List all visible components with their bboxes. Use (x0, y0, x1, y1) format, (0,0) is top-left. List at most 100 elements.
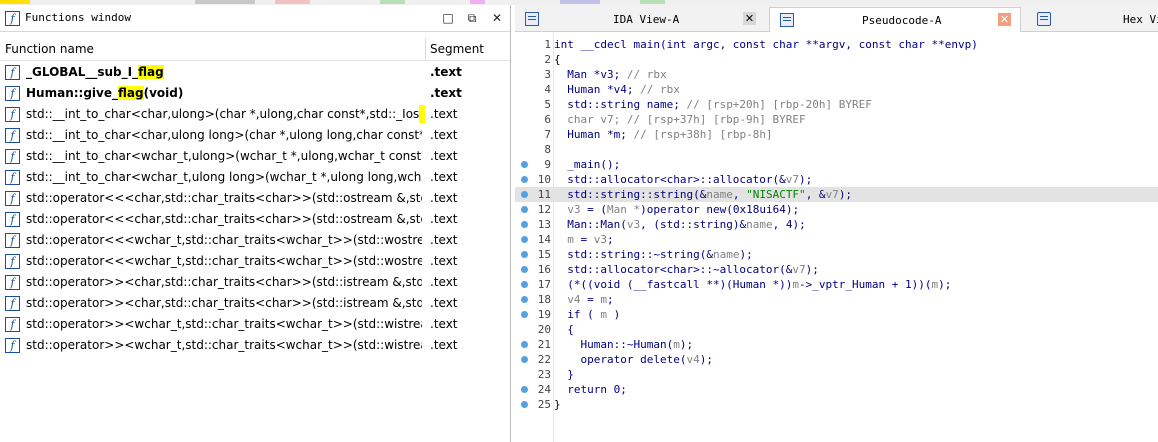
line-number: 16 (537, 263, 551, 276)
segment-cell: .text (430, 149, 458, 163)
code-text: int __cdecl main(int argc, const char **… (554, 38, 978, 51)
code-text: operator delete(v4); (554, 353, 713, 366)
code-line[interactable]: 11 std::string::string(&name, "NISACTF",… (515, 187, 1158, 202)
tab-hex-view[interactable]: Hex Vi (1027, 7, 1158, 31)
tab-ida-view-a[interactable]: IDA View-A ✕ (515, 7, 767, 31)
code-line[interactable]: 14 m = v3; (515, 232, 1158, 247)
function-row[interactable]: f std::operator<<<wchar_t,std::char_trait… (0, 251, 510, 272)
function-icon: f (5, 107, 20, 122)
code-line[interactable]: 15 std::string::~string(&name); (515, 247, 1158, 262)
line-number: 4 (544, 83, 551, 96)
breakpoint-dot-icon[interactable] (521, 401, 528, 408)
code-line[interactable]: 24 return 0; (515, 382, 1158, 397)
tab-close-icon[interactable]: ✕ (743, 12, 756, 25)
hex-view-icon (1037, 12, 1051, 26)
function-row[interactable]: f _GLOBAL__sub_I_flag .text (0, 62, 510, 83)
breakpoint-dot-icon[interactable] (521, 341, 528, 348)
breakpoint-dot-icon[interactable] (521, 161, 528, 168)
function-row[interactable]: f std::operator<<<char,std::char_traits<c… (0, 209, 510, 230)
function-row[interactable]: f std::operator<<<wchar_t,std::char_trait… (0, 230, 510, 251)
column-separator[interactable] (425, 38, 426, 60)
pseudocode-view[interactable]: 1 int __cdecl main(int argc, const char *… (515, 33, 1158, 442)
function-icon: f (5, 65, 20, 80)
code-line[interactable]: 25} (515, 397, 1158, 412)
segment-cell: .text (430, 254, 458, 268)
function-name: std::operator>><char,std::char_traits<ch… (26, 296, 422, 310)
tab-pseudocode-a[interactable]: Pseudocode-A ✕ (769, 7, 1021, 32)
code-line[interactable]: 16 std::allocator<char>::~allocator(&v7)… (515, 262, 1158, 277)
column-header-segment[interactable]: Segment (430, 42, 484, 56)
code-line[interactable]: 5 std::string name; // [rsp+20h] [rbp-20… (515, 97, 1158, 112)
tab-close-icon[interactable]: ✕ (998, 13, 1011, 26)
code-line[interactable]: 23 } (515, 367, 1158, 382)
segment-cell: .text (430, 107, 458, 121)
breakpoint-dot-icon[interactable] (521, 311, 528, 318)
float-window-button[interactable]: ⧉ (464, 10, 480, 26)
function-row[interactable]: f std::operator<<<char,std::char_traits<c… (0, 188, 510, 209)
dock-button[interactable]: □ (440, 10, 456, 26)
function-name: std::operator<<<wchar_t,std::char_traits… (26, 254, 422, 268)
code-text: _main(); (554, 158, 621, 171)
function-row[interactable]: f std::__int_to_char<char,ulong long>(cha… (0, 125, 510, 146)
function-row[interactable]: f Human::give_flag(void) .text (0, 83, 510, 104)
code-line[interactable]: 12 v3 = (Man *)operator new(0x18ui64); (515, 202, 1158, 217)
function-row[interactable]: f std::operator>><wchar_t,std::char_trait… (0, 314, 510, 335)
code-line[interactable]: 6 char v7; // [rsp+37h] [rbp-9h] BYREF (515, 112, 1158, 127)
code-line[interactable]: 10 std::allocator<char>::allocator(&v7); (515, 172, 1158, 187)
code-line[interactable]: 22 operator delete(v4); (515, 352, 1158, 367)
breakpoint-dot-icon[interactable] (521, 206, 528, 213)
code-text: return 0; (554, 383, 627, 396)
segment-cell: .text (430, 338, 458, 352)
function-row[interactable]: f std::__int_to_char<char,ulong>(char *,u… (0, 104, 510, 125)
line-number: 12 (537, 203, 551, 216)
line-number: 13 (537, 218, 551, 231)
line-number: 14 (537, 233, 551, 246)
code-text: if ( m ) (554, 308, 621, 321)
search-highlight: flag (138, 65, 164, 79)
close-window-button[interactable]: ✕ (489, 10, 505, 26)
code-line[interactable]: 18 v4 = m; (515, 292, 1158, 307)
code-line[interactable]: 4 Human *v4; // rbx (515, 82, 1158, 97)
line-number: 9 (544, 158, 551, 171)
code-text: std::allocator<char>::allocator(&v7); (554, 173, 813, 186)
breakpoint-dot-icon[interactable] (521, 236, 528, 243)
breakpoint-dot-icon[interactable] (521, 296, 528, 303)
code-line[interactable]: 13 Man::Man(v3, (std::string)&name, 4); (515, 217, 1158, 232)
code-line[interactable]: 21 Human::~Human(m); (515, 337, 1158, 352)
function-row[interactable]: f std::operator>><char,std::char_traits<c… (0, 272, 510, 293)
line-number: 6 (544, 113, 551, 126)
code-line[interactable]: 19 if ( m ) (515, 307, 1158, 322)
code-line[interactable]: 9 _main(); (515, 157, 1158, 172)
code-line[interactable]: 7 Human *m; // [rsp+38h] [rbp-8h] (515, 127, 1158, 142)
code-line[interactable]: 17 (*((void (__fastcall **)(Human *))m->… (515, 277, 1158, 292)
line-number: 21 (537, 338, 551, 351)
function-name: std::operator>><wchar_t,std::char_traits… (26, 317, 422, 331)
breakpoint-dot-icon[interactable] (521, 281, 528, 288)
column-header-function-name[interactable]: Function name (5, 42, 94, 56)
disassembly-view-icon (525, 12, 539, 26)
breakpoint-dot-icon[interactable] (521, 356, 528, 363)
function-row[interactable]: f std::operator>><char,std::char_traits<c… (0, 293, 510, 314)
line-number: 5 (544, 98, 551, 111)
function-row[interactable]: f std::__int_to_char<wchar_t,ulong long>(… (0, 167, 510, 188)
breakpoint-dot-icon[interactable] (521, 266, 528, 273)
breakpoint-dot-icon[interactable] (521, 191, 528, 198)
code-line[interactable]: 3 Man *v3; // rbx (515, 67, 1158, 82)
breakpoint-dot-icon[interactable] (521, 386, 528, 393)
code-text: std::string name; // [rsp+20h] [rbp-20h]… (554, 98, 872, 111)
code-line[interactable]: 20 { (515, 322, 1158, 337)
function-row[interactable]: f std::operator>><wchar_t,std::char_trait… (0, 335, 510, 356)
code-line[interactable]: 8 (515, 142, 1158, 157)
breakpoint-dot-icon[interactable] (521, 221, 528, 228)
code-text: (*((void (__fastcall **)(Human *))m->_vp… (554, 278, 952, 291)
code-line[interactable]: 2{ (515, 52, 1158, 67)
function-row[interactable]: f std::__int_to_char<wchar_t,ulong>(wchar… (0, 146, 510, 167)
breakpoint-dot-icon[interactable] (521, 251, 528, 258)
function-icon: f (5, 254, 20, 269)
function-icon: f (5, 170, 20, 185)
code-text: v4 = m; (554, 293, 614, 306)
code-text: m = v3; (554, 233, 614, 246)
breakpoint-dot-icon[interactable] (521, 176, 528, 183)
code-text: Human::~Human(m); (554, 338, 694, 351)
code-line[interactable]: 1 int __cdecl main(int argc, const char *… (515, 37, 1158, 52)
